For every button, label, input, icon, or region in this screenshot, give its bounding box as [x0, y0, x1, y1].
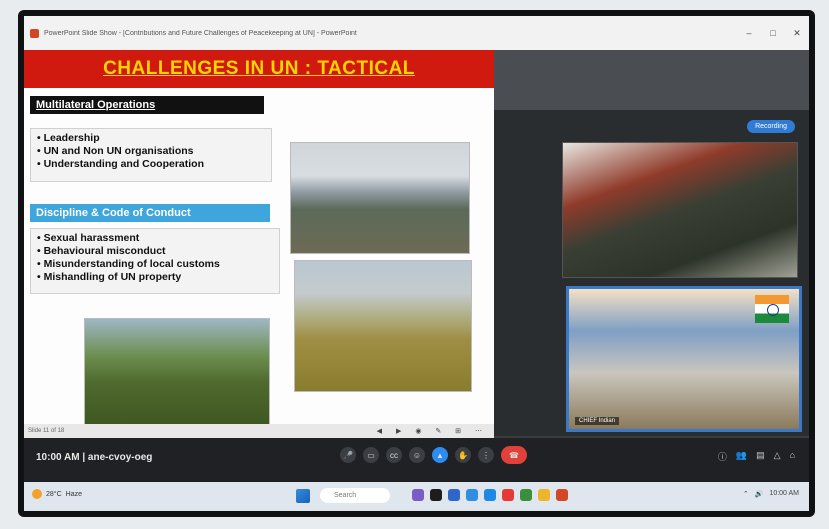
close-button[interactable]: ✕: [785, 28, 809, 39]
more-options-icon[interactable]: ⋮: [478, 447, 494, 463]
app-icon[interactable]: [448, 489, 460, 501]
sun-icon: [32, 489, 42, 499]
end-call-button[interactable]: ☎: [501, 446, 527, 464]
section-heading-discipline: Discipline & Code of Conduct: [30, 204, 270, 222]
recording-pill[interactable]: Recording: [747, 120, 795, 133]
slide-counter: Slide 11 of 18: [28, 428, 65, 434]
weather-widget[interactable]: 28°C Haze: [32, 489, 82, 499]
photo-troops-convoy: [290, 142, 470, 254]
lock-icon[interactable]: ⌂: [790, 450, 795, 463]
bullet-list-discipline: Sexual harassment Behavioural misconduct…: [30, 228, 280, 294]
video-tile-auditorium[interactable]: [562, 142, 798, 278]
info-icon[interactable]: ⓘ: [718, 450, 727, 463]
app-icon[interactable]: [484, 489, 496, 501]
meeting-toolbar: 10:00 AM | ane-cvoy-oeg 🎤 ▭ cc ☺ ▲ ✋ ⋮ ☎…: [24, 438, 809, 482]
camera-icon[interactable]: ▭: [363, 447, 379, 463]
app-icon[interactable]: [502, 489, 514, 501]
bullet-item: Understanding and Cooperation: [37, 158, 265, 171]
start-button[interactable]: [296, 489, 310, 503]
meeting-time: 10:00 AM | ane-cvoy-oeg: [36, 452, 153, 463]
wifi-icon[interactable]: ⌃: [743, 490, 749, 498]
taskbar-clock[interactable]: 10:00 AM: [769, 490, 799, 498]
app-icon[interactable]: [556, 489, 568, 501]
bullet-item: Sexual harassment: [37, 232, 273, 245]
photo-soldiers-grass: [84, 318, 270, 424]
section-heading-text: Multilateral Operations: [36, 99, 156, 111]
mic-icon[interactable]: 🎤: [340, 447, 356, 463]
slide-title: CHALLENGES IN UN : TACTICAL: [103, 58, 415, 79]
taskbar-apps: [412, 489, 568, 501]
slide-nav-controls[interactable]: ◀ ▶ ◉ ✎ ⊞ ⋯: [377, 427, 488, 435]
meeting-controls: 🎤 ▭ cc ☺ ▲ ✋ ⋮ ☎: [340, 446, 527, 464]
slide-status-bar: Slide 11 of 18 ◀ ▶ ◉ ✎ ⊞ ⋯: [24, 424, 494, 438]
window-title: PowerPoint Slide Show - [Contributions a…: [44, 29, 357, 37]
minimize-button[interactable]: –: [737, 28, 761, 38]
meeting-panel: Recording CHIEF Indian: [494, 50, 809, 436]
slide-title-bar: CHALLENGES IN UN : TACTICAL: [24, 50, 494, 88]
bullet-item: Behavioural misconduct: [37, 245, 273, 258]
weather-temp: 28°C: [46, 490, 62, 498]
section-heading-multilateral: Multilateral Operations: [30, 96, 264, 114]
bullet-item: Leadership: [37, 132, 265, 145]
present-icon[interactable]: ▲: [432, 447, 448, 463]
participant-name: CHIEF Indian: [575, 417, 620, 425]
bullet-item: Misunderstanding of local customs: [37, 258, 273, 271]
taskbar-search[interactable]: Search: [320, 488, 390, 503]
people-icon[interactable]: 👥: [736, 450, 747, 463]
window-title-bar: PowerPoint Slide Show - [Contributions a…: [24, 16, 809, 50]
section-heading-text: Discipline & Code of Conduct: [36, 207, 191, 219]
activities-icon[interactable]: △: [774, 450, 781, 463]
screen: PowerPoint Slide Show - [Contributions a…: [24, 16, 809, 511]
captions-icon[interactable]: cc: [386, 447, 402, 463]
powerpoint-icon: [30, 28, 39, 38]
india-flag-icon: [755, 295, 789, 323]
system-tray: ⌃ 🔊 10:00 AM: [743, 490, 799, 498]
maximize-button[interactable]: □: [761, 28, 785, 38]
bullet-item: UN and Non UN organisations: [37, 145, 265, 158]
app-icon[interactable]: [520, 489, 532, 501]
windows-taskbar: 28°C Haze Search ⌃ 🔊 10:00 AM: [24, 482, 809, 511]
photo-patrol-field: [294, 260, 472, 392]
bullet-list-multilateral: Leadership UN and Non UN organisations U…: [30, 128, 272, 182]
emoji-icon[interactable]: ☺: [409, 447, 425, 463]
app-icon[interactable]: [430, 489, 442, 501]
bullet-item: Mishandling of UN property: [37, 271, 273, 284]
raise-hand-icon[interactable]: ✋: [455, 447, 471, 463]
meeting-panel-header: [494, 50, 809, 110]
meeting-code: ane-cvoy-oeg: [87, 452, 153, 463]
app-icon[interactable]: [538, 489, 550, 501]
presentation-slide: CHALLENGES IN UN : TACTICAL Multilateral…: [24, 50, 494, 424]
volume-icon[interactable]: 🔊: [755, 490, 764, 498]
chat-icon[interactable]: ▤: [756, 450, 765, 463]
app-icon[interactable]: [466, 489, 478, 501]
weather-label: Haze: [65, 490, 82, 498]
video-tile-speaker[interactable]: CHIEF Indian: [566, 286, 802, 432]
meeting-side-controls: ⓘ 👥 ▤ △ ⌂: [718, 450, 795, 463]
app-icon[interactable]: [412, 489, 424, 501]
